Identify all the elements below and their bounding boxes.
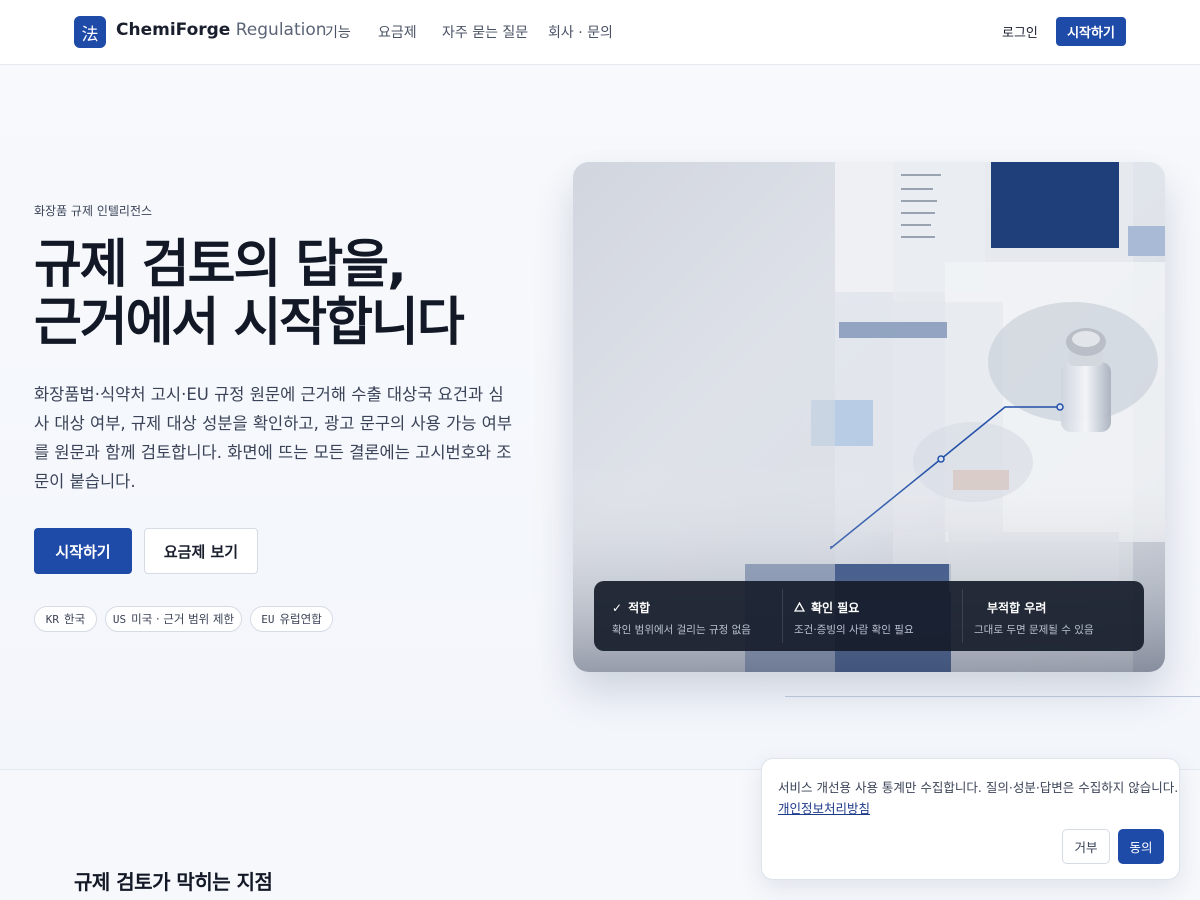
status-item-pass: ✓ 적합 확인 범위에서 걸리는 규정 없음	[612, 599, 751, 637]
hero-description: 화장품법·식약처 고시·EU 규정 원문에 근거해 수출 대상국 요건과 심사 …	[34, 385, 513, 491]
site-header: 法 ChemiForge Regulation 기능 요금제 자주 묻는 질문 …	[0, 0, 1200, 65]
status-item-review: 확인 필요 조건·증빙의 사람 확인 필요	[793, 599, 914, 637]
section-title: 규제 검토가 막히는 지점	[74, 870, 273, 894]
region-pill-us: US 미국 · 근거 범위 제한	[105, 606, 242, 632]
region-label: 한국	[64, 612, 86, 626]
region-code: KR	[45, 612, 60, 626]
brand-name: ChemiForge	[116, 20, 231, 40]
nav-link-features[interactable]: 기능	[325, 22, 351, 42]
hero-headline-line1: 규제 검토의 답을,	[34, 235, 407, 295]
status-desc: 그대로 두면 문제될 수 있음	[974, 624, 1094, 636]
login-link[interactable]: 로그인	[1002, 22, 1038, 41]
hero-headline-line2: 근거에서 시작합니다	[34, 293, 465, 353]
warning-triangle-icon	[793, 601, 806, 615]
region-pill-kr: KR 한국	[34, 606, 97, 632]
check-icon: ✓	[612, 600, 623, 615]
brand-sub: Regulation	[235, 20, 327, 40]
region-pill-eu: EU 유럽연합	[250, 606, 333, 632]
privacy-policy-link[interactable]: 개인정보처리방침	[778, 798, 870, 817]
hero-start-button[interactable]: 시작하기	[34, 528, 132, 574]
region-label: 미국 · 근거 범위 제한	[131, 612, 235, 626]
cookie-accept-button[interactable]: 동의	[1118, 829, 1164, 864]
logo-icon[interactable]: 法	[74, 16, 106, 48]
hero-headline: 규제 검토의 답을, 근거에서 시작합니다	[34, 236, 554, 352]
divider	[962, 589, 963, 643]
divider	[782, 589, 783, 643]
nav-link-company[interactable]: 회사 · 문의	[548, 22, 613, 42]
status-title: 부적합 우려	[987, 601, 1047, 615]
cookie-reject-button[interactable]: 거부	[1062, 829, 1110, 864]
status-title: 적합	[628, 601, 651, 615]
brand[interactable]: ChemiForge Regulation	[116, 20, 327, 40]
status-title: 확인 필요	[811, 601, 860, 615]
decorative-line	[785, 696, 1200, 697]
region-label: 유럽연합	[279, 612, 322, 626]
hero-eyebrow: 화장품 규제 인텔리전스	[34, 204, 153, 218]
view-pricing-button[interactable]: 요금제 보기	[144, 528, 258, 574]
header-start-button[interactable]: 시작하기	[1056, 17, 1126, 46]
region-code: US	[112, 612, 127, 626]
status-legend-panel: ✓ 적합 확인 범위에서 걸리는 규정 없음 확인 필요 조건·증빙의 사람 확…	[594, 581, 1144, 651]
status-desc: 확인 범위에서 걸리는 규정 없음	[612, 624, 751, 636]
region-code: EU	[261, 612, 275, 626]
nav-link-faq[interactable]: 자주 묻는 질문	[442, 22, 528, 42]
status-desc: 조건·증빙의 사람 확인 필요	[794, 624, 914, 636]
status-item-risk: 부적합 우려 그대로 두면 문제될 수 있음	[974, 599, 1094, 637]
cookie-text: 서비스 개선용 사용 통계만 수집합니다. 질의·성분·답변은 수집하지 않습니…	[778, 780, 1179, 795]
nav-link-pricing[interactable]: 요금제	[378, 22, 417, 42]
cookie-consent-banner: 서비스 개선용 사용 통계만 수집합니다. 질의·성분·답변은 수집하지 않습니…	[761, 758, 1180, 880]
